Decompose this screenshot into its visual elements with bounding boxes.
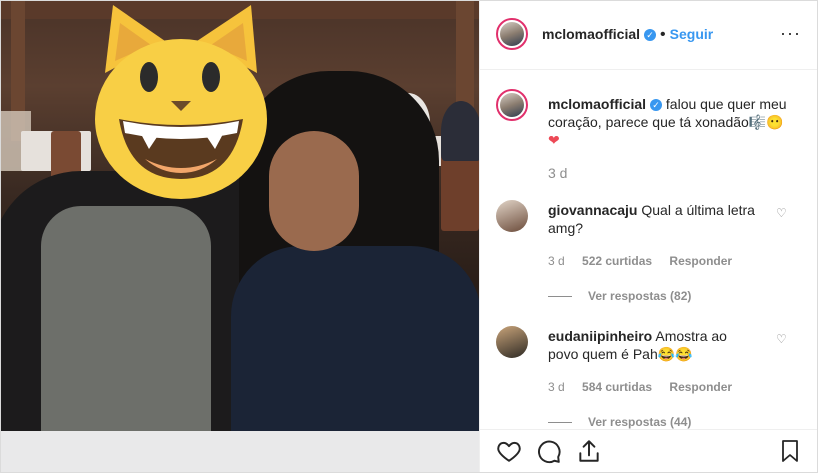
commenter-avatar[interactable] <box>496 326 528 358</box>
commenter-username-link[interactable]: giovannacaju <box>548 202 637 218</box>
avatar[interactable] <box>496 18 528 50</box>
comment-timestamp[interactable]: 3 d <box>548 254 565 268</box>
verified-badge-icon: ✓ <box>650 99 663 111</box>
reply-button[interactable]: Responder <box>669 380 732 394</box>
commenter-avatar[interactable] <box>496 200 528 232</box>
cat-emoji-icon <box>95 5 267 199</box>
view-replies-button[interactable]: Ver respostas (44) <box>548 415 691 429</box>
share-icon[interactable] <box>576 438 602 464</box>
post-photo[interactable] <box>1 1 479 472</box>
caption-avatar[interactable] <box>496 89 528 121</box>
post-header: mcloma​official ✓ • Seguir ··· <box>480 1 817 70</box>
instagram-post: mcloma​official ✓ • Seguir ··· mcloma​offic… <box>0 0 818 473</box>
comment-timestamp[interactable]: 3 d <box>548 380 565 394</box>
heart-icon[interactable] <box>496 438 522 464</box>
comment-like-heart-icon[interactable]: ♡ <box>776 332 787 346</box>
username-link[interactable]: mcloma​official <box>542 26 640 42</box>
comment-icon[interactable] <box>536 438 562 464</box>
comment-like-heart-icon[interactable]: ♡ <box>776 206 787 220</box>
comment-likes-count[interactable]: 584 curtidas <box>582 380 652 394</box>
reply-button[interactable]: Responder <box>669 254 732 268</box>
view-replies-button[interactable]: Ver respostas (82) <box>548 289 691 303</box>
red-heart-emoji-icon: ❤ <box>548 132 560 148</box>
caption-timestamp[interactable]: 3 d <box>548 165 567 181</box>
caption-username-link[interactable]: mcloma​official <box>548 96 646 112</box>
commenter-username-link[interactable]: eudaniipinheiro <box>548 328 652 344</box>
post-sidebar: mcloma​official ✓ • Seguir ··· mcloma​offic… <box>479 1 817 472</box>
comment-likes-count[interactable]: 522 curtidas <box>582 254 652 268</box>
verified-badge-icon: ✓ <box>644 29 657 41</box>
follow-button[interactable]: Seguir <box>670 26 714 42</box>
separator-dot: • <box>660 26 666 43</box>
more-options-icon[interactable]: ··· <box>780 23 801 44</box>
action-bar <box>480 429 817 472</box>
bookmark-icon[interactable] <box>778 438 802 464</box>
